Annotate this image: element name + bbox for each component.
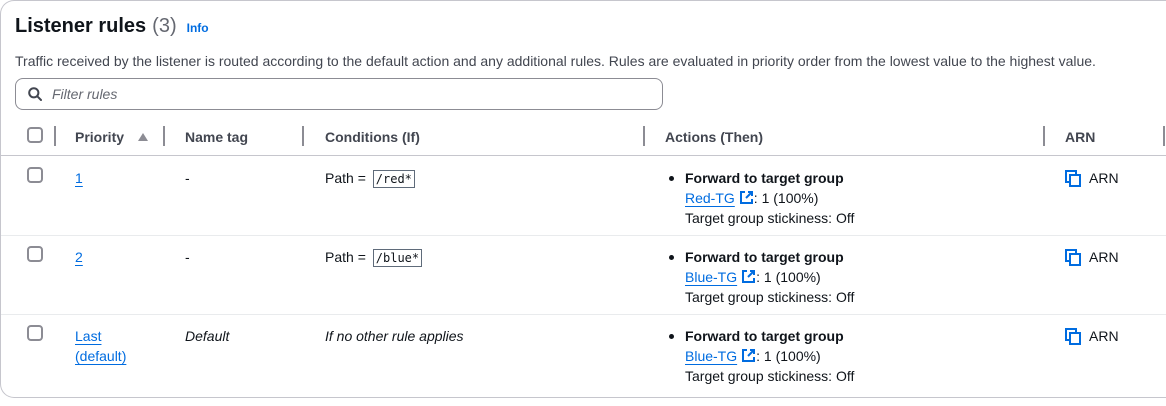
table-row: 1 - Path = /red* Forward to target group… (1, 156, 1166, 236)
external-link-icon[interactable] (741, 269, 756, 284)
target-weight: : 1 (100%) (753, 190, 819, 206)
filter-rules-search (15, 78, 663, 110)
condition-cell: Path = /blue* (325, 247, 423, 267)
target-group-link[interactable]: Blue-TG (685, 348, 737, 364)
target-weight: : 1 (100%) (756, 269, 821, 285)
condition-path-value: /red* (372, 170, 415, 188)
select-all-checkbox[interactable] (27, 127, 43, 143)
priority-default-link[interactable]: Last (default) (75, 326, 126, 366)
external-link-icon[interactable] (741, 348, 756, 363)
name-tag-value: - (185, 170, 190, 186)
column-header-arn[interactable]: ARN (1065, 129, 1095, 145)
column-divider (643, 126, 645, 146)
column-divider (1163, 126, 1165, 146)
column-header-name-tag[interactable]: Name tag (185, 129, 248, 145)
action-title: Forward to target group (685, 170, 844, 186)
bullet (669, 176, 674, 181)
name-tag-value: Default (185, 328, 230, 344)
info-link[interactable]: Info (187, 21, 209, 35)
row-checkbox[interactable] (27, 246, 43, 262)
priority-link-line2[interactable]: (default) (75, 346, 126, 366)
condition-prefix: Path = (325, 170, 366, 186)
column-divider (54, 126, 56, 146)
row-checkbox[interactable] (27, 325, 43, 341)
rule-count: (3) (152, 15, 177, 37)
copy-arn-button[interactable]: ARN (1065, 247, 1119, 267)
filter-rules-input[interactable] (50, 85, 634, 103)
panel-header: Listener rules (3) Info (15, 15, 209, 38)
bullet (669, 334, 674, 339)
column-divider (163, 126, 165, 146)
stickiness-text: Target group stickiness: Off (685, 210, 855, 226)
copy-icon (1065, 327, 1081, 345)
target-group-line: Blue-TG : 1 (100%) (685, 267, 854, 287)
condition-cell: Path = /red* (325, 168, 415, 188)
priority-link[interactable]: 2 (75, 247, 83, 267)
name-tag-value: - (185, 249, 190, 265)
action-title: Forward to target group (685, 328, 844, 344)
copy-arn-button[interactable]: ARN (1065, 168, 1119, 188)
arn-label: ARN (1089, 328, 1119, 344)
target-group-link[interactable]: Blue-TG (685, 269, 737, 285)
condition-path-value: /blue* (372, 249, 423, 267)
column-header-conditions[interactable]: Conditions (If) (325, 129, 420, 145)
column-header-priority[interactable]: Priority (75, 129, 149, 145)
priority-link-line1[interactable]: Last (75, 326, 126, 346)
table-row: 2 - Path = /blue* Forward to target grou… (1, 235, 1166, 315)
condition-text: If no other rule applies (325, 328, 464, 344)
condition-prefix: Path = (325, 249, 366, 265)
sort-ascending-icon[interactable] (138, 133, 149, 141)
action-cell: Forward to target group Blue-TG : 1 (100%… (685, 247, 854, 307)
action-cell: Forward to target group Blue-TG : 1 (100%… (685, 326, 854, 386)
panel-description: Traffic received by the listener is rout… (15, 53, 1096, 69)
copy-icon (1065, 248, 1081, 266)
listener-rules-panel: Listener rules (3) Info Traffic received… (0, 0, 1166, 398)
priority-link[interactable]: 1 (75, 168, 83, 188)
table-header: Priority Name tag Conditions (If) Action… (1, 117, 1166, 156)
arn-label: ARN (1089, 170, 1119, 186)
target-group-link[interactable]: Red-TG (685, 190, 735, 206)
copy-icon (1065, 169, 1081, 187)
stickiness-text: Target group stickiness: Off (685, 289, 855, 305)
target-group-line: Red-TG : 1 (100%) (685, 188, 854, 208)
action-title: Forward to target group (685, 249, 844, 265)
action-cell: Forward to target group Red-TG : 1 (100%)… (685, 168, 854, 228)
target-group-line: Blue-TG : 1 (100%) (685, 346, 854, 366)
column-divider (302, 126, 304, 146)
stickiness-text: Target group stickiness: Off (685, 368, 855, 384)
table-row: Last (default) Default If no other rule … (1, 314, 1166, 393)
column-divider (1043, 126, 1045, 146)
copy-arn-button[interactable]: ARN (1065, 326, 1119, 346)
bullet (669, 255, 674, 260)
row-checkbox[interactable] (27, 167, 43, 183)
target-weight: : 1 (100%) (756, 348, 821, 364)
arn-label: ARN (1089, 249, 1119, 265)
panel-title: Listener rules (15, 15, 147, 37)
search-icon (28, 87, 42, 101)
external-link-icon[interactable] (739, 190, 754, 205)
column-header-actions[interactable]: Actions (Then) (665, 129, 763, 145)
column-label-priority: Priority (75, 129, 125, 145)
